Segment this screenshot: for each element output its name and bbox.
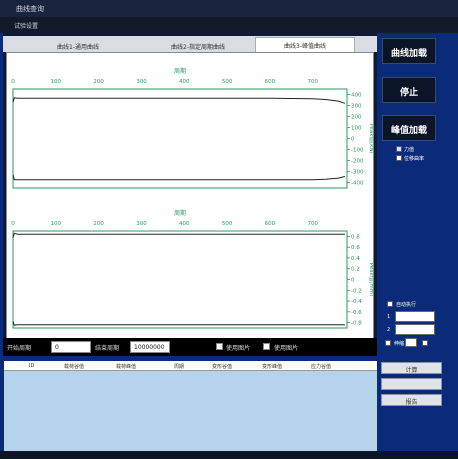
x-tick-label: 100 <box>51 221 62 227</box>
force-checkbox-label: 力值 <box>404 147 415 153</box>
x-tick-label: 300 <box>136 79 147 85</box>
col-id: ID <box>29 363 35 369</box>
start-period-input[interactable]: 0 <box>51 341 91 353</box>
displacement-checkbox[interactable] <box>396 155 402 161</box>
x-tick-label: 500 <box>222 221 233 227</box>
y-tick-label: 300 <box>351 104 362 110</box>
range-checkbox[interactable] <box>385 340 391 346</box>
status-strip <box>0 451 458 459</box>
col-deform-valley: 变形谷值 <box>212 364 233 370</box>
col-period: 周期 <box>174 364 185 370</box>
use-image-label-2: 使用图片 <box>274 345 299 352</box>
y-tick-label: -0.6 <box>351 310 362 316</box>
peak-load-button[interactable]: 峰值加载 <box>382 115 436 141</box>
report-button-1[interactable] <box>381 378 442 390</box>
param-2-label: 2 <box>387 327 391 333</box>
range-label: 伸缩 <box>394 341 405 347</box>
tab-strip: 曲线1-通用曲线 曲线2-指定周期曲线 曲线3-峰值曲线 <box>3 36 377 52</box>
peak-chart-svg: 周期 0 100 200 300 400 500 600 700 400 300 200 100 0 -10… <box>11 67 376 329</box>
tab-curve-1-label: 曲线1-通用曲线 <box>57 44 99 51</box>
end-period-input[interactable]: 10000000 <box>130 341 170 353</box>
end-period-label: 结束周期 <box>95 345 120 352</box>
results-table: ID 载荷谷值 载荷峰值 周期 变形谷值 变形峰值 应力谷值 <box>4 361 377 451</box>
tab-curve-3[interactable]: 曲线3-峰值曲线 <box>255 37 355 52</box>
x-tick-label: 400 <box>179 221 190 227</box>
y-tick-label: 400 <box>351 93 362 99</box>
x-tick-label: 200 <box>93 221 104 227</box>
force-checkbox[interactable] <box>396 146 402 152</box>
x-tick-label: 500 <box>222 79 233 85</box>
use-image-checkbox-1[interactable] <box>216 343 223 350</box>
window-title: 曲线查询 <box>16 5 44 13</box>
series-line-1-1 <box>12 97 346 104</box>
y-tick-label: 0 <box>351 137 355 143</box>
x-tick-label: 0 <box>11 221 15 227</box>
calc-button[interactable]: 计算 <box>381 362 442 374</box>
start-period-label: 开始周期 <box>7 345 32 352</box>
use-image-checkbox-2[interactable] <box>263 343 270 350</box>
col-stress-valley: 应力谷值 <box>311 364 332 370</box>
param-1-input[interactable] <box>395 311 435 322</box>
x-tick-label: 300 <box>136 221 147 227</box>
y-tick-label: -0.8 <box>351 321 362 327</box>
x-axis-label-2: 周期 <box>174 209 186 217</box>
y-tick-label: 0 <box>351 278 355 284</box>
period-bar: 开始周期 0 结束周期 10000000 使用图片 使用图片 <box>3 338 377 356</box>
param-2-input[interactable] <box>395 324 435 335</box>
x-tick-label: 200 <box>93 79 104 85</box>
series-line-2-1 <box>12 232 345 238</box>
param-1-label: 1 <box>387 314 391 320</box>
col-load-peak: 载荷峰值 <box>116 364 137 370</box>
curve-load-button[interactable]: 曲线加载 <box>382 38 436 64</box>
y-tick-label: -0.2 <box>351 288 362 294</box>
x-tick-label: 400 <box>179 79 190 85</box>
menu-bar: 试验设置 <box>0 17 458 33</box>
displacement-checkbox-label: 位移曲率 <box>404 156 425 162</box>
y-tick-label: 0.8 <box>351 234 360 240</box>
report-button-2[interactable]: 报告 <box>381 394 442 406</box>
y-tick-label: 200 <box>351 115 362 121</box>
menu-item-settings[interactable]: 试验设置 <box>14 21 38 30</box>
x-tick-label: 100 <box>51 79 62 85</box>
y-tick-label: 0.6 <box>351 245 360 251</box>
chart-area: 周期 0 100 200 300 400 500 600 700 400 300 200 100 0 -10… <box>6 52 376 340</box>
x-tick-label: 700 <box>307 79 318 85</box>
y-tick-label: -400 <box>351 181 364 187</box>
use-image-label-1: 使用图片 <box>226 345 251 352</box>
title-bar: 曲线查询 <box>0 0 458 17</box>
stop-button[interactable]: 停止 <box>382 77 436 103</box>
range-input[interactable] <box>405 338 417 347</box>
y-tick-label: -0.4 <box>351 299 362 305</box>
y-axis-label-1: Peak值(kN) <box>368 123 373 153</box>
tab-curve-2-label: 曲线2-指定周期曲线 <box>171 44 225 51</box>
tab-curve-2[interactable]: 曲线2-指定周期曲线 <box>153 39 243 51</box>
y-tick-label: -200 <box>351 159 364 165</box>
col-deform-peak: 变形峰值 <box>262 364 283 370</box>
x-tick-label: 600 <box>265 79 276 85</box>
y-tick-label: -300 <box>351 170 364 176</box>
table-header: ID 载荷谷值 载荷峰值 周期 变形谷值 变形峰值 应力谷值 <box>4 361 377 371</box>
series-line-1-2 <box>12 174 346 181</box>
tab-curve-3-label: 曲线3-峰值曲线 <box>284 43 326 50</box>
col-load-valley: 载荷谷值 <box>64 364 85 370</box>
series-line-2-2 <box>12 321 345 326</box>
y-tick-label: 0.4 <box>351 256 360 262</box>
x-tick-label: 600 <box>265 221 276 227</box>
y-tick-label: 0.2 <box>351 267 360 273</box>
auto-run-label: 自动执行 <box>396 302 417 308</box>
tab-curve-1[interactable]: 曲线1-通用曲线 <box>43 39 113 51</box>
plot-frame-1 <box>12 88 348 189</box>
y-tick-label: -100 <box>351 148 364 154</box>
range-checkbox-2[interactable] <box>422 340 428 346</box>
y-axis-label-2: Peak值(mm) <box>368 263 373 297</box>
y-tick-label: 100 <box>351 126 362 132</box>
auto-run-checkbox[interactable] <box>387 301 393 307</box>
main-window: 曲线查询 试验设置 曲线1-通用曲线 曲线2-指定周期曲线 曲线3-峰值曲线 周… <box>0 0 458 459</box>
x-tick-label: 700 <box>307 221 318 227</box>
plot-frame-2 <box>12 230 348 329</box>
x-tick-label: 0 <box>11 79 15 85</box>
x-axis-label-1: 周期 <box>174 67 186 75</box>
